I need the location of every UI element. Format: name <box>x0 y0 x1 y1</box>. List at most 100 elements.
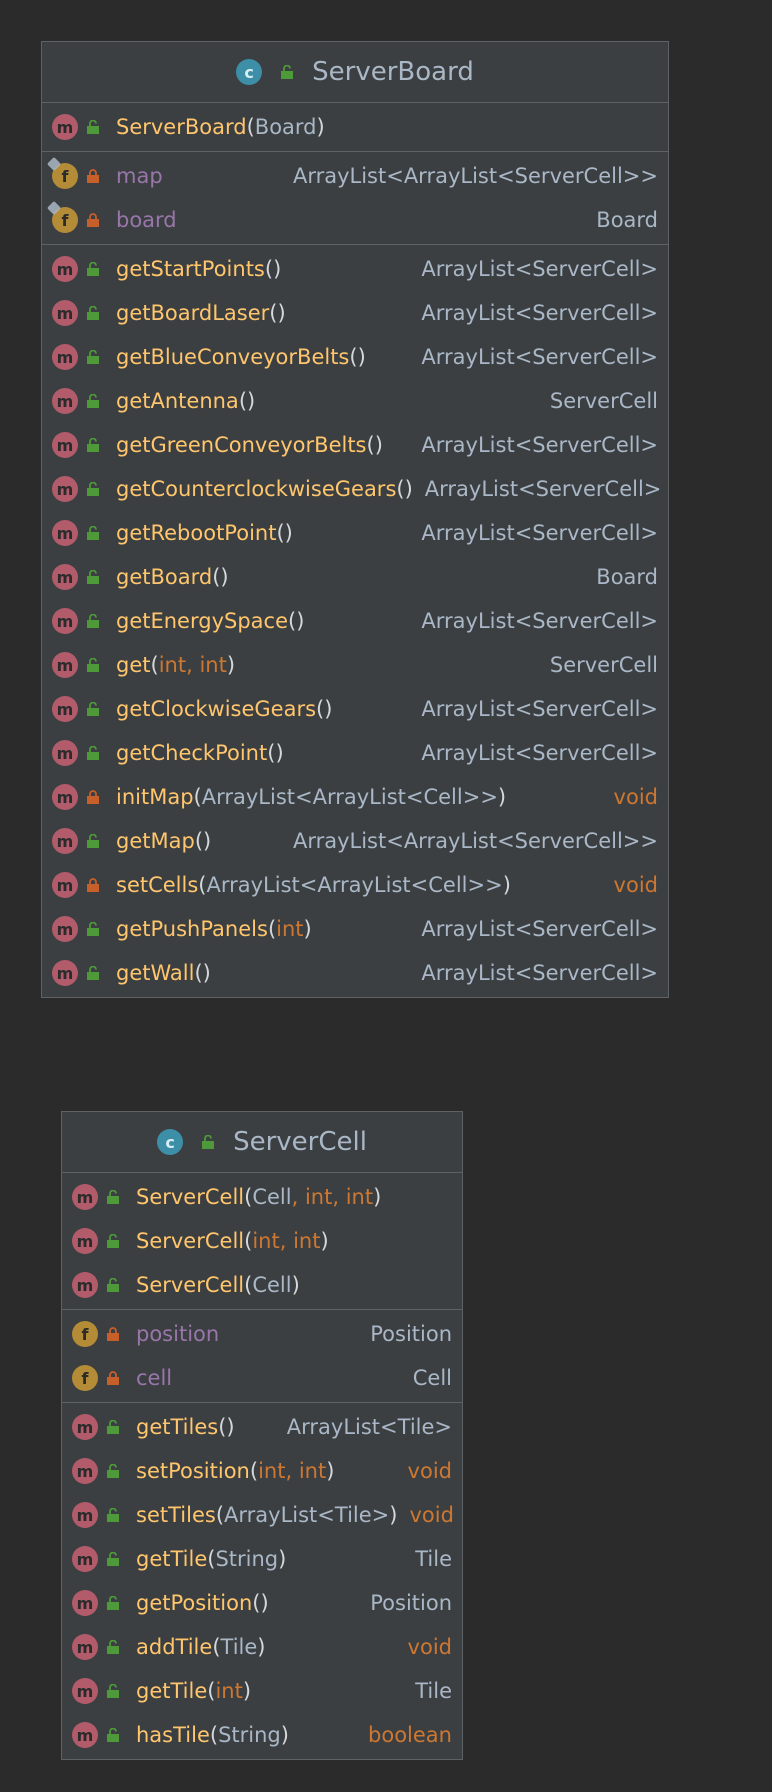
method-row[interactable]: m getPushPanels(int) ArrayList<ServerCell> <box>42 907 668 951</box>
member-type: ArrayList<ArrayList<ServerCell>> <box>292 829 658 853</box>
kind-letter: m <box>56 699 74 719</box>
close-paren: ) <box>357 345 366 369</box>
public-icon <box>86 394 100 408</box>
method-row[interactable]: m get(int, int) ServerCell <box>42 643 668 687</box>
close-paren: ) <box>502 873 511 897</box>
method-row[interactable]: m addTile(Tile) void <box>62 1625 462 1669</box>
field-row[interactable]: f position Position <box>62 1312 462 1356</box>
member-name-text: getTiles <box>136 1415 219 1439</box>
method-row[interactable]: m getGreenConveyorBelts() ArrayList<Server… <box>42 423 668 467</box>
method-icon: m <box>52 696 78 722</box>
method-icon: m <box>52 916 78 942</box>
kind-letter: m <box>56 655 74 675</box>
open-paren: ( <box>194 961 203 985</box>
method-row[interactable]: m getTile(String) Tile <box>62 1537 462 1581</box>
constructor-row[interactable]: m ServerCell(Cell) <box>62 1263 462 1307</box>
fields-section: f position Position f cell Cell <box>62 1310 462 1403</box>
method-row[interactable]: m getStartPoints() ArrayList<ServerCell> <box>42 247 668 291</box>
kind-letter: m <box>56 567 74 587</box>
method-icon: m <box>52 300 78 326</box>
method-row[interactable]: m getBoardLaser() ArrayList<ServerCell> <box>42 291 668 335</box>
open-paren: ( <box>396 477 405 501</box>
member-signature: position <box>136 1322 219 1346</box>
constructor-row[interactable]: m ServerCell(Cell, int, int) <box>62 1175 462 1219</box>
close-paren: ) <box>242 1679 252 1703</box>
close-paren: ) <box>226 1415 235 1439</box>
kind-letter: m <box>76 1187 94 1207</box>
method-row[interactable]: m getWall() ArrayList<ServerCell> <box>42 951 668 995</box>
class-box-serverboard[interactable]: c ServerBoard m ServerBoard(Board) f map Array… <box>41 41 669 998</box>
private-icon <box>106 1327 120 1341</box>
param-type: int <box>258 1459 286 1483</box>
member-name-text: getStartPoints <box>116 257 265 281</box>
method-row[interactable]: m getMap() ArrayList<ArrayList<ServerCell>… <box>42 819 668 863</box>
param-list: Tile <box>221 1635 258 1659</box>
constructor-row[interactable]: m ServerCell(int, int) <box>62 1219 462 1263</box>
member-type: Tile <box>415 1547 452 1571</box>
member-signature: getCounterclockwiseGears() <box>116 477 413 501</box>
method-row[interactable]: m setPosition(int, int) void <box>62 1449 462 1493</box>
member-type: Position <box>370 1591 452 1615</box>
member-name-text: getClockwiseGears <box>116 697 317 721</box>
member-signature: getPushPanels(int) <box>116 917 312 941</box>
method-icon: m <box>72 1502 98 1528</box>
method-icon: m <box>52 344 78 370</box>
open-paren: ( <box>238 389 248 413</box>
constructor-row[interactable]: m ServerBoard(Board) <box>42 105 668 149</box>
member-signature: setPosition(int, int) <box>136 1459 334 1483</box>
member-signature: setTiles(ArrayList<Tile>) <box>136 1503 397 1527</box>
member-signature: hasTile(String) <box>136 1723 289 1747</box>
close-paren: ) <box>374 433 383 457</box>
open-paren: ( <box>150 653 159 677</box>
close-paren: ) <box>373 1185 382 1209</box>
kind-letter: f <box>81 1324 89 1344</box>
method-row[interactable]: m getBoard() Board <box>42 555 668 599</box>
method-icon: m <box>52 740 78 766</box>
member-name-text: ServerCell <box>136 1229 245 1253</box>
method-row[interactable]: m getTile(int) Tile <box>62 1669 462 1713</box>
kind-letter: m <box>56 875 74 895</box>
method-icon: m <box>52 872 78 898</box>
member-name-text: getBoardLaser <box>116 301 270 325</box>
field-row[interactable]: f cell Cell <box>62 1356 462 1400</box>
member-name-text: getAntenna <box>116 389 239 413</box>
method-row[interactable]: m getClockwiseGears() ArrayList<ServerCell… <box>42 687 668 731</box>
member-type: void <box>407 1635 452 1659</box>
member-name-text: map <box>116 164 163 188</box>
kind-letter: m <box>76 1461 94 1481</box>
public-icon <box>106 1596 120 1610</box>
member-type: Position <box>370 1322 452 1346</box>
close-paren: ) <box>284 521 293 545</box>
member-type: Board <box>596 208 658 232</box>
private-icon <box>86 790 100 804</box>
method-row[interactable]: m getEnergySpace() ArrayList<ServerCell> <box>42 599 668 643</box>
field-row[interactable]: f board Board <box>42 198 668 242</box>
method-icon: m <box>72 1590 98 1616</box>
private-icon <box>86 213 100 227</box>
member-name-text: getGreenConveyorBelts <box>116 433 367 457</box>
kind-letter: m <box>76 1637 94 1657</box>
param-type: Tile <box>220 1635 258 1659</box>
member-name-text: ServerCell <box>136 1185 245 1209</box>
param-type: int <box>276 917 304 941</box>
method-row[interactable]: m getAntenna() ServerCell <box>42 379 668 423</box>
method-row[interactable]: m setCells(ArrayList<ArrayList<Cell>>) voi… <box>42 863 668 907</box>
method-row[interactable]: m setTiles(ArrayList<Tile>) void <box>62 1493 462 1537</box>
method-row[interactable]: m getPosition() Position <box>62 1581 462 1625</box>
method-row[interactable]: m getCheckPoint() ArrayList<ServerCell> <box>42 731 668 775</box>
method-icon: m <box>52 652 78 678</box>
method-row[interactable]: m initMap(ArrayList<ArrayList<Cell>>) void <box>42 775 668 819</box>
method-row[interactable]: m hasTile(String) boolean <box>62 1713 462 1757</box>
method-row[interactable]: m getTiles() ArrayList<Tile> <box>62 1405 462 1449</box>
member-signature: getGreenConveyorBelts() <box>116 433 383 457</box>
method-row[interactable]: m getBlueConveyorBelts() ArrayList<ServerC… <box>42 335 668 379</box>
method-row[interactable]: m getCounterclockwiseGears() ArrayList<Ser… <box>42 467 668 511</box>
field-row[interactable]: f map ArrayList<ArrayList<ServerCell>> <box>42 154 668 198</box>
member-signature: getClockwiseGears() <box>116 697 332 721</box>
public-icon <box>106 1684 120 1698</box>
class-box-servercell[interactable]: c ServerCell m ServerCell(Cell, int, int) m S… <box>61 1111 463 1760</box>
member-name-text: getCounterclockwiseGears <box>116 477 397 501</box>
method-row[interactable]: m getRebootPoint() ArrayList<ServerCell> <box>42 511 668 555</box>
kind-letter: m <box>56 479 74 499</box>
member-type: ArrayList<ServerCell> <box>424 477 662 501</box>
